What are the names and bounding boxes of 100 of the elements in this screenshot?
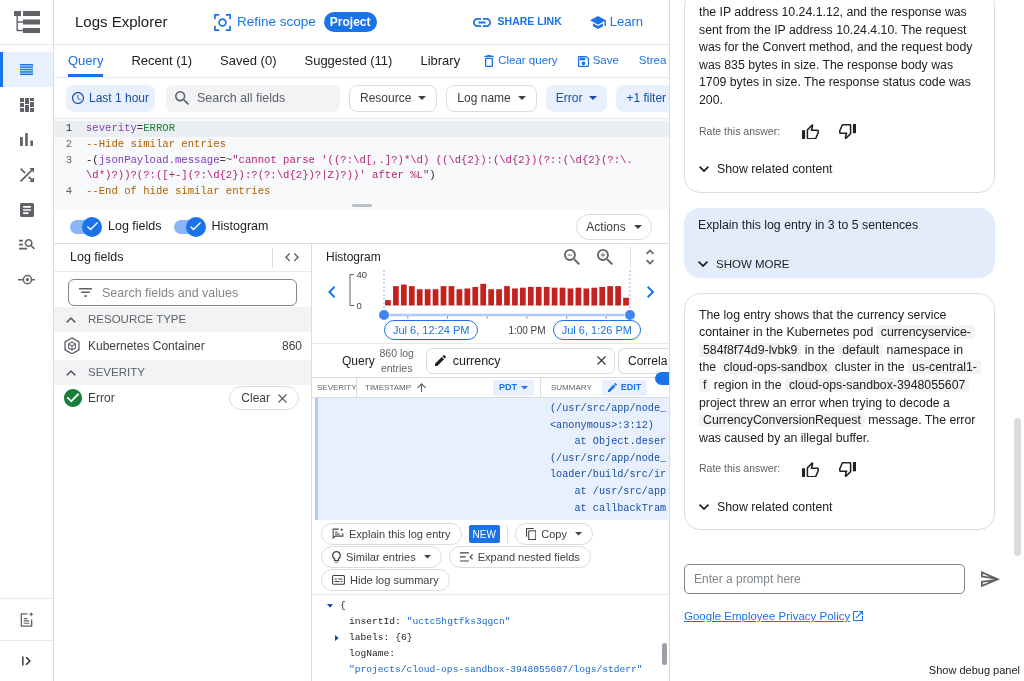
rate-label: Rate this answer: [699,461,782,477]
toolbar-link[interactable]: Clear query [484,52,558,70]
search-field[interactable]: Search fields and values [68,279,297,306]
query-label: Query [342,352,375,370]
privacy-policy-link[interactable]: Google Employee Privacy Policy [684,609,851,623]
unfold-icon[interactable] [646,249,654,265]
histogram-bar [544,286,550,306]
column-header[interactable]: SEVERITY [317,381,357,394]
zoom-in-icon[interactable] [597,249,613,265]
notes-sparkle-icon[interactable] [19,612,34,627]
thumbs-down-icon[interactable] [839,461,856,478]
shuffle-icon [19,167,34,182]
show-related-button[interactable]: Show related content [699,159,833,180]
column-header[interactable]: SUMMARY [551,381,592,394]
line-number: 3 [64,152,73,168]
count-label: 860 [281,337,302,355]
timezone-dropdown[interactable]: PDT [493,379,534,396]
y-axis-label: 0 [356,300,363,311]
caret-right-icon[interactable] [335,635,339,641]
toggle-switch[interactable] [70,216,102,237]
scrollbar-thumb[interactable] [662,643,667,665]
new-badge: NEW [468,525,500,543]
action-button[interactable]: Expand nested fields [448,546,591,568]
close-icon[interactable] [597,356,606,365]
tab[interactable]: Suggested (11) [304,45,393,77]
chevron-left-icon[interactable] [328,286,336,298]
histogram-bar [560,287,566,306]
section-header[interactable]: SEVERITY [54,360,311,385]
section-header[interactable]: RESOURCE TYPE [54,307,311,332]
query-code: -(jsonPayload.message=~"cannot parse '((?:\d[,.]?)*\d) ((\d{2}):(\d{2})(?::(\d{2}(?:\.\d*)?))?(?:([+-](?:\d{2}):?(?:\d{2})?|Z)?))' after %L") [86,152,634,184]
close-icon [278,393,287,403]
line-number: 4 [64,184,73,200]
external-link-icon[interactable] [853,611,864,621]
bar-chevron-icon[interactable] [21,656,32,666]
chevron-right-icon[interactable] [647,286,655,298]
json-key: logName: [349,646,396,662]
range-handle[interactable] [625,310,636,320]
filter-chip[interactable]: Error [545,84,608,112]
field-value[interactable]: Error [88,389,115,407]
tab[interactable]: Saved (0) [220,45,277,77]
caret-down-icon[interactable] [327,604,333,608]
time-range-chip[interactable]: Jul 6, 1:26 PM [552,320,641,340]
filter-chip[interactable]: Resource [349,84,438,112]
line-number: 1 [64,121,73,136]
share-link[interactable]: SHARE LINK [472,14,562,30]
toggle-switch[interactable] [173,216,206,237]
link-icon [472,17,491,27]
check-icon [190,222,201,231]
debug-panel-link[interactable]: Show debug panel [928,661,1020,678]
rate-label: Rate this answer: [699,123,782,139]
pencil-icon [607,383,617,392]
thumbs-down-icon[interactable] [839,123,856,140]
lightbulb-icon [332,550,341,564]
lines-chevron-icon [459,552,473,562]
edit-button[interactable]: EDIT [601,379,648,396]
thumbs-up-icon[interactable] [802,123,819,140]
tab[interactable]: Recent (1) [131,45,193,77]
action-button[interactable]: Copy [514,523,593,545]
time-range-chip[interactable]: Jul 6, 12:24 PM [384,320,479,340]
tab[interactable]: Library [420,45,461,77]
range-slider-track[interactable] [389,313,625,319]
panel-title: Histogram [326,249,382,266]
action-button[interactable]: Similar entries [321,546,442,568]
hexagon-cube-icon [64,336,80,355]
subtitles-icon [332,575,345,585]
caret-icon [521,385,528,390]
learn-link[interactable]: Learn [589,12,643,32]
search-field[interactable]: Search all fields [166,84,340,112]
focus-frame-icon [214,13,231,31]
histogram-bar [433,289,439,306]
toolbar-link[interactable]: Strea [638,52,667,70]
thumbs-up-icon[interactable] [802,461,819,478]
resize-handle[interactable] [351,204,372,207]
nav-button[interactable] [0,52,53,87]
refine-scope-link[interactable]: Refine scope [214,11,316,33]
toolbar-link[interactable]: Save [577,52,619,70]
query-code: severity=ERROR [86,121,176,136]
bar-chart-icon [20,133,33,146]
arrow-up-icon[interactable] [417,383,427,392]
field-value[interactable]: Kubernetes Container [88,336,274,355]
code-brackets-icon[interactable] [285,253,299,262]
target-icon [18,273,35,286]
zoom-out-icon[interactable] [564,249,580,265]
toggle-switch[interactable] [655,372,669,385]
range-handle[interactable] [379,310,390,320]
time-range-button[interactable]: Last 1 hour [66,84,155,112]
answer-text: the IP address 10.24.1.12, and the response was sent from the IP address 10.24.4.10. The request was for the Convert method, and the request body was 835 bytes in size. The response body was 1709 bytes in size. The response status code was 200. [699,4,974,109]
show-more-button[interactable]: SHOW MORE [698,255,790,274]
action-button[interactable]: Explain this log entry [321,523,462,545]
scrollbar-thumb[interactable] [1014,418,1021,556]
send-icon[interactable] [981,570,1000,587]
tab[interactable]: Query [68,45,104,77]
action-button[interactable]: Hide log summary [321,569,450,591]
prompt-input[interactable]: Enter a prompt here [684,564,965,594]
list-icon [20,64,33,75]
filter-chip[interactable]: Log name [446,84,537,112]
filter-chip[interactable]: +1 filter [616,84,669,112]
show-related-button[interactable]: Show related content [699,497,833,518]
search-field[interactable]: currency [425,347,615,374]
column-header[interactable]: TIMESTAMP [365,381,412,394]
